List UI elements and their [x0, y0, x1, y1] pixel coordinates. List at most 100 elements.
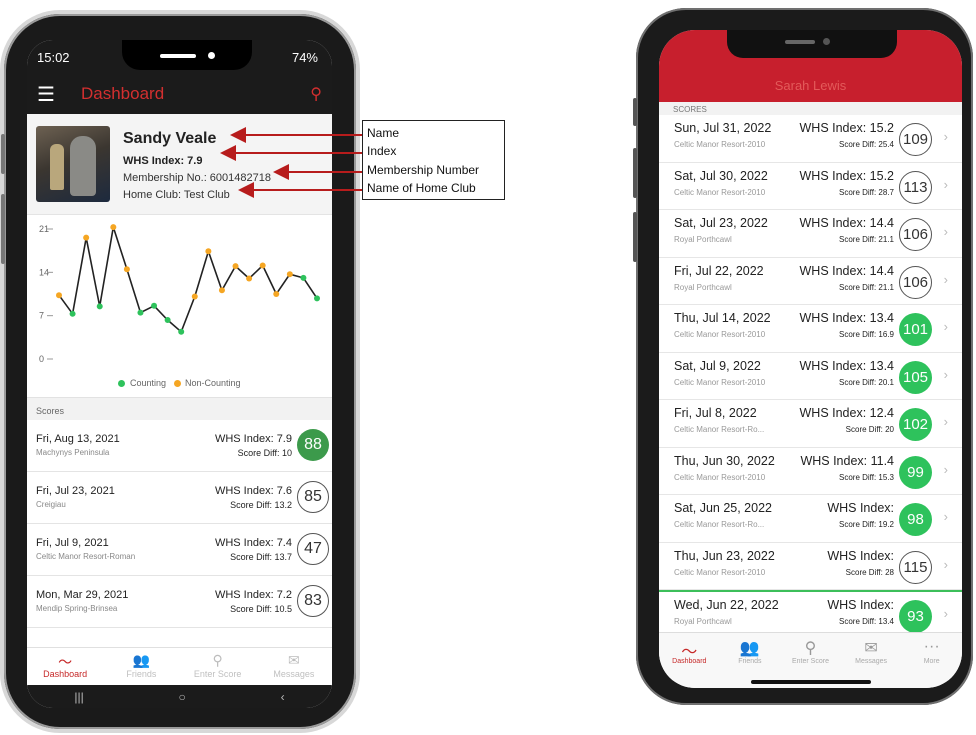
non-counting-point: [286, 271, 293, 278]
chevron-right-icon: ›: [943, 606, 948, 621]
score-row[interactable]: Sat, Jul 9, 2022 Celtic Manor Resort-2010…: [659, 352, 962, 400]
score-date: Thu, Jul 14, 2022: [674, 311, 771, 325]
tab-label: Friends: [738, 658, 762, 665]
score-badge: 113: [899, 170, 932, 204]
golf-pin-icon: ⚲: [804, 640, 817, 657]
score-diff: Score Diff: 28.7: [839, 187, 894, 197]
non-counting-point: [259, 262, 266, 269]
legend-counting: Counting: [129, 378, 166, 388]
score-diff: Score Diff: 21.1: [839, 235, 894, 244]
score-date: Sat, Jul 23, 2022: [674, 216, 768, 230]
score-course: Celtic Manor Resort-Roman: [36, 552, 136, 561]
tab-more[interactable]: ··· More: [901, 633, 962, 688]
score-date: Fri, Jul 8, 2022: [674, 406, 757, 420]
nav-header: Sarah Lewis: [659, 30, 962, 102]
score-badge: 99: [899, 455, 932, 489]
tab-enter-score[interactable]: ⚲ Enter Score: [180, 648, 256, 686]
annotation-name: Name: [367, 126, 400, 140]
score-whs: WHS Index: 7.4: [214, 537, 292, 549]
score-badge: 47: [297, 533, 329, 565]
score-diff: Score Diff: 19.2: [839, 520, 894, 529]
index-chart: 21 14 7 0 Counting Non-Counting: [27, 215, 332, 397]
counting-point: [314, 295, 320, 302]
tab-dashboard[interactable]: 〜 Dashboard: [659, 633, 720, 688]
person-silhouette: [70, 136, 96, 196]
score-row[interactable]: Fri, Jul 22, 2022 Royal Porthcawl WHS Inde…: [659, 257, 962, 305]
menu-icon[interactable]: ☰: [37, 82, 67, 107]
profile-card[interactable]: Sandy Veale WHS Index: 7.9 Membership No…: [27, 114, 332, 215]
tab-dashboard[interactable]: 〜 Dashboard: [27, 648, 103, 686]
avatar: [36, 126, 110, 202]
annotation-home-club: Name of Home Club: [367, 181, 476, 195]
score-row[interactable]: Fri, Jul 8, 2022 Celtic Manor Resort-Ro..…: [659, 400, 962, 448]
score-diff: Score Diff: 13.2: [230, 500, 292, 510]
non-counting-point: [191, 293, 198, 300]
recents-button[interactable]: |||: [74, 690, 83, 704]
score-course: Celtic Manor Resort-2010: [674, 472, 766, 482]
score-badge: 102: [899, 408, 932, 441]
score-course: Celtic Manor Resort-2010: [674, 330, 766, 339]
tab-label: Friends: [126, 669, 157, 679]
back-button[interactable]: ‹: [281, 690, 285, 704]
score-course: Machynys Peninsula: [36, 448, 110, 457]
chevron-right-icon: ›: [943, 509, 948, 524]
score-badge: 115: [899, 550, 932, 584]
volume-up-button: [633, 148, 637, 198]
score-course: Royal Porthcawl: [674, 282, 732, 292]
score-row[interactable]: Thu, Jul 14, 2022 Celtic Manor Resort-201…: [659, 305, 962, 353]
tab-label: Dashboard: [672, 658, 707, 665]
non-counting-point: [205, 248, 212, 255]
score-course: Celtic Manor Resort-2010: [674, 377, 766, 387]
tab-messages[interactable]: ✉ Messages: [256, 648, 332, 686]
score-date: Sat, Jul 9, 2022: [674, 358, 761, 373]
score-badge: 105: [899, 360, 932, 394]
more-icon: ···: [923, 638, 940, 655]
score-whs: WHS Index: 11.4: [800, 453, 894, 468]
non-counting-point: [232, 263, 239, 270]
chart-svg: 211470: [39, 224, 320, 364]
scores-header: Scores: [27, 397, 332, 420]
tab-friends[interactable]: 👥 Friends: [103, 648, 179, 686]
counting-point: [69, 310, 76, 317]
score-course: Royal Porthcawl: [674, 235, 732, 244]
annotation-index: Index: [367, 144, 397, 158]
envelope-icon: ✉: [864, 640, 878, 657]
tab-label: More: [923, 658, 940, 665]
score-row[interactable]: Sun, Jul 31, 2022 Celtic Manor Resort-201…: [659, 115, 962, 163]
score-diff: Score Diff: 16.9: [839, 330, 894, 339]
score-row[interactable]: Thu, Jun 23, 2022 Celtic Manor Resort-201…: [659, 542, 962, 590]
tab-label: Enter Score: [193, 669, 242, 679]
chevron-right-icon: ›: [943, 224, 948, 239]
score-badge: 101: [899, 313, 932, 346]
score-row[interactable]: Sat, Jun 25, 2022 Celtic Manor Resort-Ro.…: [659, 495, 962, 543]
score-row[interactable]: Fri, Jul 9, 2021 Celtic Manor Resort-Rom…: [27, 524, 332, 576]
bottom-tab-bar: 〜 Dashboard 👥 Friends ⚲ Enter Score ✉ Me…: [27, 647, 332, 686]
score-badge: 98: [899, 503, 932, 536]
scores-header: SCORES: [659, 102, 962, 115]
counting-point: [178, 328, 185, 335]
trend-icon: 〜: [681, 644, 698, 661]
home-button[interactable]: ○: [179, 690, 186, 704]
score-row[interactable]: Mon, Mar 29, 2021 Mendip Spring-Brinsea …: [27, 576, 332, 628]
home-indicator[interactable]: [751, 680, 871, 684]
score-diff: Score Diff: 15.3: [839, 472, 894, 482]
non-counting-point: [56, 292, 62, 299]
score-row[interactable]: Fri, Aug 13, 2021 Machynys Peninsula WHS…: [27, 420, 332, 472]
search-icon[interactable]: ⚲: [310, 84, 322, 104]
app-bar: ☰ Dashboard ⚲: [27, 74, 332, 114]
android-nav-bar: ||| ○ ‹: [27, 685, 332, 708]
score-date: Sun, Jul 31, 2022: [674, 121, 772, 135]
chevron-right-icon: ›: [943, 129, 948, 144]
score-course: Royal Porthcawl: [674, 617, 732, 626]
score-whs: WHS Index: 15.2: [799, 121, 895, 135]
golf-pin-icon: ⚲: [212, 652, 223, 668]
score-row[interactable]: Sat, Jul 23, 2022 Royal Porthcawl WHS Inde…: [659, 210, 962, 258]
score-row[interactable]: Fri, Jul 23, 2021 Creigiau WHS Index: 7.…: [27, 472, 332, 524]
score-row[interactable]: Sat, Jul 30, 2022 Celtic Manor Resort-201…: [659, 162, 962, 210]
score-badge: 106: [899, 218, 932, 251]
score-whs: WHS Index:: [827, 548, 894, 563]
counting-point: [164, 317, 171, 323]
counting-point: [300, 274, 307, 281]
score-row[interactable]: Thu, Jun 30, 2022 Celtic Manor Resort-201…: [659, 447, 962, 495]
volume-button: [1, 134, 5, 174]
